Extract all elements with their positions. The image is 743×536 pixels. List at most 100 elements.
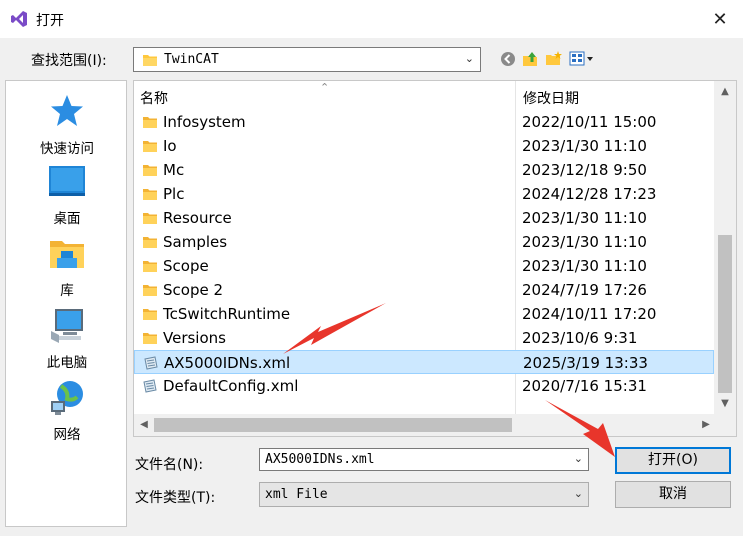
file-list[interactable]: 名称 ⌃ 修改日期 Infosystem 2022/10/11 15:00 Io… (133, 80, 737, 437)
file-type-label: 文件类型(T): (135, 490, 216, 506)
place-desktop[interactable]: 桌面 (6, 161, 128, 227)
file-name-label: 文件名(N): (135, 457, 204, 473)
file-name: Io (163, 137, 177, 155)
file-type-dropdown[interactable]: xml File ⌄ (259, 482, 589, 507)
place-label: 网络 (53, 427, 81, 443)
look-in-label: 查找范围(I): (31, 53, 107, 69)
chevron-down-icon: ⌄ (464, 52, 474, 65)
view-menu-icon[interactable] (569, 50, 595, 68)
back-icon[interactable] (499, 50, 517, 68)
star-icon (51, 95, 83, 126)
file-date: 2022/10/11 15:00 (522, 113, 657, 131)
title-bar: 打开 ✕ (0, 0, 743, 38)
file-name: Resource (163, 209, 232, 227)
file-name: Scope (163, 257, 209, 275)
folder-icon (143, 285, 157, 296)
file-name: TcSwitchRuntime (163, 305, 291, 323)
list-item[interactable]: Plc 2024/12/28 17:23 (134, 182, 714, 206)
file-name-input[interactable]: AX5000IDNs.xml ⌄ (259, 448, 589, 471)
computer-icon (51, 309, 83, 343)
look-in-dropdown[interactable]: TwinCAT ⌄ (133, 47, 481, 72)
file-name: Mc (163, 161, 185, 179)
list-item[interactable]: TcSwitchRuntime 2024/10/11 17:20 (134, 302, 714, 326)
library-icon (50, 241, 84, 268)
folder-icon (143, 309, 157, 320)
file-date: 2023/10/6 9:31 (522, 329, 638, 347)
folder-icon (143, 165, 157, 176)
place-library[interactable]: 库 (6, 233, 128, 299)
file-name: Scope 2 (163, 281, 224, 299)
scrollbar-corner (714, 414, 736, 436)
folder-icon (143, 333, 157, 344)
file-name: Samples (163, 233, 228, 251)
chevron-down-icon[interactable]: ⌄ (574, 452, 583, 465)
file-date: 2023/1/30 11:10 (522, 233, 647, 251)
file-date: 2024/10/11 17:20 (522, 305, 657, 323)
list-item[interactable]: Scope 2023/1/30 11:10 (134, 254, 714, 278)
list-item[interactable]: Mc 2023/12/18 9:50 (134, 158, 714, 182)
new-folder-icon[interactable] (545, 50, 563, 68)
file-date: 2023/12/18 9:50 (522, 161, 647, 179)
xml-file-icon (144, 356, 158, 370)
list-item-selected[interactable]: AX5000IDNs.xml 2025/3/19 13:33 (134, 350, 714, 374)
folder-icon (143, 261, 157, 272)
list-item[interactable]: Io 2023/1/30 11:10 (134, 134, 714, 158)
visual-studio-icon (11, 11, 27, 27)
column-header-name[interactable]: 名称 (140, 81, 168, 111)
scroll-down-icon[interactable]: ▼ (714, 393, 736, 415)
file-type-value: xml File (265, 487, 328, 502)
file-name: Versions (163, 329, 226, 347)
folder-icon (143, 55, 157, 66)
place-network[interactable]: 网络 (6, 377, 128, 443)
folder-icon (143, 213, 157, 224)
xml-file-icon (143, 379, 157, 393)
list-item[interactable]: Samples 2023/1/30 11:10 (134, 230, 714, 254)
file-date: 2024/12/28 17:23 (522, 185, 657, 203)
scroll-up-icon[interactable]: ▲ (714, 81, 736, 103)
look-in-value: TwinCAT (164, 52, 219, 67)
up-folder-icon[interactable] (521, 50, 539, 68)
sort-ascending-icon: ⌃ (320, 81, 330, 94)
file-name: Plc (163, 185, 185, 203)
open-button[interactable]: 打开(O) (615, 447, 731, 474)
file-date: 2023/1/30 11:10 (522, 257, 647, 275)
horizontal-scrollbar[interactable]: ◀ ▶ (134, 414, 716, 436)
close-button[interactable]: ✕ (697, 0, 743, 38)
file-date: 2020/7/16 15:31 (522, 377, 647, 395)
close-icon: ✕ (712, 8, 728, 30)
list-item[interactable]: DefaultConfig.xml 2020/7/16 15:31 (134, 374, 714, 398)
file-date: 2023/1/30 11:10 (522, 209, 647, 227)
folder-icon (143, 141, 157, 152)
list-item[interactable]: Infosystem 2022/10/11 15:00 (134, 110, 714, 134)
place-label: 库 (60, 283, 74, 299)
file-date: 2025/3/19 13:33 (523, 354, 648, 372)
place-label: 桌面 (53, 211, 81, 227)
scroll-thumb[interactable] (718, 235, 732, 393)
window-title: 打开 (36, 13, 64, 29)
place-this-pc[interactable]: 此电脑 (6, 305, 128, 371)
folder-icon (143, 117, 157, 128)
file-name: AX5000IDNs.xml (164, 354, 291, 372)
vertical-scrollbar[interactable]: ▲ ▼ (714, 81, 736, 415)
list-item[interactable]: Versions 2023/10/6 9:31 (134, 326, 714, 350)
file-name: Infosystem (163, 113, 246, 131)
list-item[interactable]: Resource 2023/1/30 11:10 (134, 206, 714, 230)
column-header-date[interactable]: 修改日期 (523, 81, 579, 111)
desktop-icon (49, 166, 85, 196)
cancel-button[interactable]: 取消 (615, 481, 731, 508)
places-bar: 快速访问 桌面 库 此电脑 网络 (5, 80, 127, 527)
file-date: 2024/7/19 17:26 (522, 281, 647, 299)
scroll-thumb[interactable] (154, 418, 512, 432)
chevron-down-icon: ⌄ (573, 487, 583, 500)
folder-icon (143, 189, 157, 200)
place-label: 此电脑 (46, 355, 88, 371)
list-item[interactable]: Scope 2 2024/7/19 17:26 (134, 278, 714, 302)
place-label: 快速访问 (40, 141, 94, 157)
scroll-right-icon[interactable]: ▶ (696, 414, 716, 436)
file-name: DefaultConfig.xml (163, 377, 299, 395)
network-icon (51, 381, 83, 415)
place-quick-access[interactable]: 快速访问 (6, 91, 128, 157)
folder-icon (143, 237, 157, 248)
file-name-value: AX5000IDNs.xml (265, 452, 375, 467)
scroll-left-icon[interactable]: ◀ (134, 414, 154, 436)
